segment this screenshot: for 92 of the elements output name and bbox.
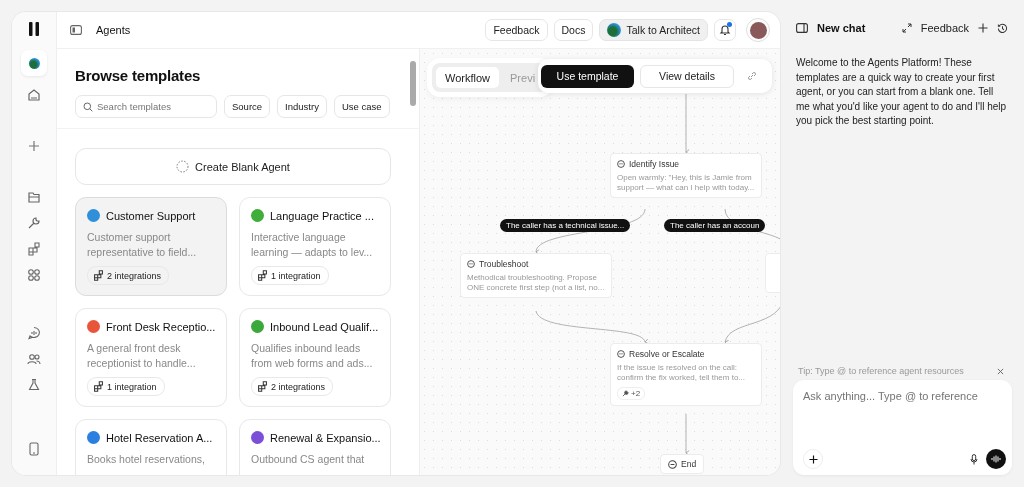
condition-label: The caller has an accoun bbox=[664, 219, 766, 232]
template-name: Renewal & Expansio... bbox=[270, 431, 381, 444]
view-details-button[interactable]: View details bbox=[640, 64, 734, 88]
search-field[interactable]: Search templates bbox=[97, 101, 217, 112]
chat-title: New chat bbox=[817, 22, 866, 34]
node-description: If the issue is resolved on the call: confirm the fix worked, tell them to... bbox=[617, 363, 747, 383]
template-card[interactable]: Customer Support Customer support representative to field... 2 integrations bbox=[75, 197, 227, 296]
template-card[interactable]: Renewal & Expansio... Outbound CS agent that bbox=[239, 419, 391, 475]
sidebar-toggle-icon[interactable] bbox=[70, 25, 82, 35]
filter-button[interactable]: Industry bbox=[277, 95, 327, 118]
history-icon[interactable] bbox=[997, 22, 1008, 34]
expand-icon[interactable] bbox=[901, 23, 912, 33]
blocks-icon bbox=[93, 381, 104, 392]
feedback-button[interactable]: Feedback bbox=[920, 22, 969, 34]
template-card[interactable]: Inbound Lead Qualif... Qualifies inbound leads from web forms and ads... 2 integrations bbox=[239, 308, 391, 407]
chat-icon[interactable] bbox=[27, 326, 41, 340]
template-card[interactable]: Hotel Reservation A... Books hotel reservations, bbox=[75, 419, 227, 475]
node-icon bbox=[467, 260, 475, 268]
condition-label: The caller has a technical issue... bbox=[500, 219, 631, 232]
chat-composer[interactable]: Ask anything... Type @ to reference bbox=[793, 380, 1012, 475]
template-description: Qualifies inbound leads from web forms and ads... bbox=[251, 341, 374, 371]
filter-button[interactable]: Use case bbox=[333, 95, 390, 118]
template-description: Books hotel reservations, bbox=[87, 452, 206, 467]
blocks-icon[interactable] bbox=[27, 242, 41, 256]
header-button[interactable]: Feedback bbox=[485, 19, 548, 41]
template-name: Front Desk Receptio... bbox=[106, 320, 216, 333]
blocks-icon bbox=[93, 270, 104, 281]
phone-icon[interactable] bbox=[28, 442, 40, 456]
node-title: Troubleshoot bbox=[479, 259, 529, 269]
search-box[interactable]: Search templates bbox=[75, 95, 217, 118]
template-name: Hotel Reservation A... bbox=[106, 431, 213, 444]
template-description: Customer support representative to field... bbox=[87, 230, 198, 260]
template-description: Outbound CS agent that bbox=[251, 452, 366, 467]
template-name: Customer Support bbox=[106, 209, 196, 222]
node-title: Resolve or Escalate bbox=[629, 349, 705, 359]
search-icon bbox=[83, 101, 93, 112]
assistant-message: Welcome to the Agents Platform! These templates are a quick way to create your first agent, or you can start from a blank one. Tell me what you'd like your agent to do and I'll help you pick the best starting point. bbox=[796, 56, 1008, 129]
folder-icon[interactable] bbox=[27, 190, 41, 204]
close-icon[interactable] bbox=[997, 367, 1004, 375]
integrations-badge: 2 integrations bbox=[251, 377, 334, 396]
grid-icon[interactable] bbox=[27, 268, 41, 282]
use-template-button[interactable]: Use template bbox=[541, 64, 634, 88]
integrations-badge: 1 integration bbox=[87, 377, 165, 396]
create-blank-agent-button[interactable]: Create Blank Agent bbox=[75, 148, 391, 185]
template-description: A general front desk receptionist to handle... bbox=[87, 341, 197, 371]
dashed-circle-icon bbox=[176, 160, 190, 173]
chat-input[interactable]: Ask anything... Type @ to reference bbox=[803, 390, 1006, 449]
template-name: Inbound Lead Qualif... bbox=[270, 320, 379, 333]
template-card[interactable]: Language Practice ... Interactive language learning — adapts to lev... 1 integration bbox=[239, 197, 391, 296]
node-title: Identify Issue bbox=[629, 159, 680, 169]
node-icon bbox=[617, 160, 625, 168]
wrench-icon bbox=[622, 390, 629, 397]
tools-badge: +2 bbox=[617, 387, 646, 400]
bell-icon bbox=[719, 24, 731, 36]
workflow-node[interactable]: Identify Issue Open warmly: "Hey, this is Jamie from support — what can I help with today... bbox=[610, 153, 762, 198]
minus-circle-icon bbox=[668, 459, 677, 469]
home-icon[interactable] bbox=[27, 88, 41, 102]
talk-to-architect-button[interactable]: Talk to Architect bbox=[599, 19, 708, 41]
workspace-button[interactable] bbox=[21, 50, 47, 76]
blocks-icon bbox=[257, 381, 268, 392]
logo-icon bbox=[29, 22, 39, 36]
microphone-icon[interactable] bbox=[970, 453, 978, 465]
voice-button[interactable] bbox=[986, 449, 1006, 469]
plus-icon[interactable] bbox=[978, 23, 988, 33]
node-description: Methodical troubleshooting. Propose ONE concrete first step (not a list, no... bbox=[467, 273, 605, 293]
people-icon[interactable] bbox=[27, 352, 41, 366]
view-tab[interactable]: Workflow bbox=[436, 67, 500, 88]
node-description: Open warmly: "Hey, this is Jamie from support — what can I help with today... bbox=[617, 173, 755, 193]
end-node[interactable]: End bbox=[660, 454, 705, 474]
page-title: Agents bbox=[96, 24, 131, 36]
section-title: Browse templates bbox=[75, 67, 202, 84]
tip-text: Tip: Type @ to reference agent resources bbox=[798, 366, 964, 376]
plus-icon bbox=[808, 454, 818, 464]
notifications-button[interactable] bbox=[714, 19, 736, 41]
filter-button[interactable]: Source bbox=[224, 95, 271, 118]
template-description: Interactive language learning — adapts to lev... bbox=[251, 230, 374, 260]
integrations-badge: 1 integration bbox=[251, 266, 329, 285]
integrations-badge: 2 integrations bbox=[87, 266, 170, 285]
panel-toggle-icon[interactable] bbox=[796, 23, 808, 33]
waveform-icon bbox=[991, 455, 1001, 463]
workflow-node[interactable]: Troubleshoot Methodical troubleshooting. Propose ONE concrete first step (not a list, no... bbox=[460, 253, 612, 298]
header-button[interactable]: Docs bbox=[553, 19, 594, 41]
wrench-icon[interactable] bbox=[27, 216, 41, 230]
link-icon[interactable] bbox=[746, 70, 758, 82]
attach-button[interactable] bbox=[803, 449, 823, 469]
blocks-icon bbox=[257, 270, 268, 281]
workflow-node[interactable]: Resolve or Escalate If the issue is resolved on the call: confirm the fix worked, tell them to... +2 bbox=[610, 343, 762, 406]
plus-icon[interactable] bbox=[28, 140, 40, 152]
node-icon bbox=[617, 350, 625, 358]
template-card[interactable]: Front Desk Receptio... A general front desk receptionist to handle... 1 integration bbox=[75, 308, 227, 407]
flask-icon[interactable] bbox=[27, 378, 41, 392]
template-name: Language Practice ... bbox=[270, 209, 374, 222]
